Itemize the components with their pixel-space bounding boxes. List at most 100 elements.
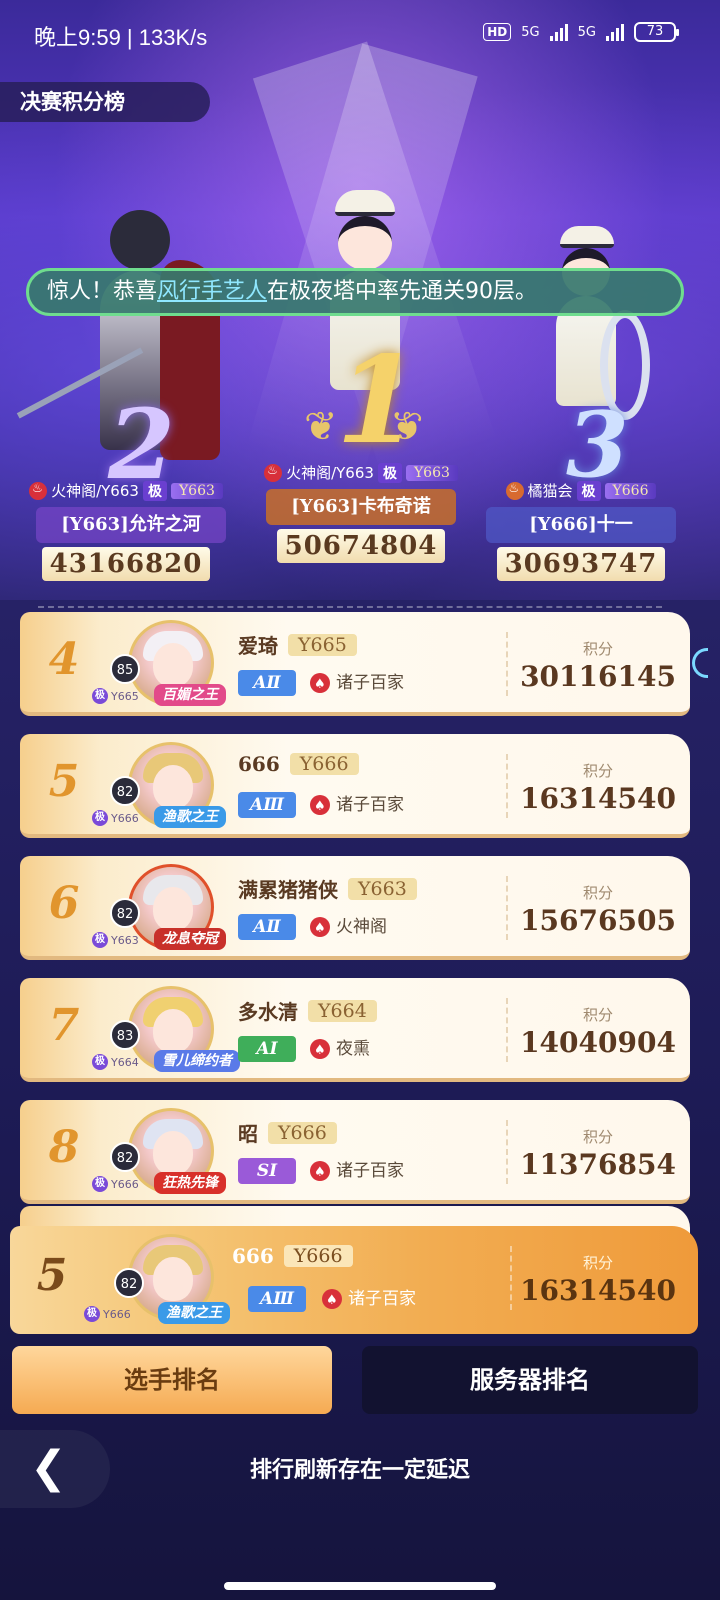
- guild-fire-icon: [29, 481, 48, 500]
- guild-fire-icon: [264, 463, 283, 482]
- table-row[interactable]: 7 83 极Y664 雪儿缔约者 多水清Y664 AⅠ 夜熏 积分 140409…: [20, 978, 690, 1082]
- score-value: 30116145: [520, 660, 676, 693]
- title-ribbon: 雪儿缔约者: [154, 1050, 240, 1072]
- guild: 诸子百家: [322, 1286, 416, 1314]
- title-ribbon: 龙息夺冠: [154, 928, 226, 950]
- score-label: 积分: [582, 762, 613, 780]
- tab-player-ranking[interactable]: 选手排名: [12, 1346, 332, 1414]
- table-row[interactable]: 4 85 极Y665 百媚之王 爱琦Y665 AⅡ 诸子百家 积分 301161…: [20, 612, 690, 716]
- announcement-marquee: 惊人！恭喜风行手艺人在极夜塔中率先通关90层。: [26, 268, 684, 316]
- marquee-prefix: 惊人！恭喜: [47, 279, 158, 304]
- score-value: 14040904: [520, 1026, 676, 1059]
- row-separator: [506, 1120, 508, 1184]
- home-indicator[interactable]: [224, 1582, 496, 1590]
- title-ribbon: 百媚之王: [154, 684, 226, 706]
- guild-icon: [322, 1288, 342, 1314]
- title-ribbon: 狂热先锋: [154, 1172, 226, 1194]
- row-rank: 6: [48, 878, 80, 929]
- guild: 诸子百家: [310, 792, 404, 820]
- score-label: 积分: [582, 1128, 613, 1146]
- player-name: 昭 Y666: [238, 1118, 337, 1147]
- table-row[interactable]: 6 82 极Y663 龙息夺冠 满累猪猪侠Y663 AⅡ 火神阁 积分 1567…: [20, 856, 690, 960]
- score-value: 16314540: [520, 782, 676, 815]
- row-rank: 5: [48, 756, 80, 807]
- server-tag: Y663: [405, 464, 458, 481]
- server-tag: Y663: [348, 877, 417, 900]
- row-rank: 7: [48, 1000, 80, 1051]
- level-badge: 82: [110, 776, 140, 806]
- row-separator: [506, 632, 508, 696]
- guild-icon: [310, 916, 330, 942]
- tier-badge: AⅠ: [238, 1036, 296, 1062]
- score-value: 16314540: [520, 1274, 676, 1307]
- score-label: 积分: [582, 884, 613, 902]
- score-value: 11376854: [520, 1148, 676, 1181]
- laurel-icon: ❦: [390, 404, 424, 450]
- guild: 夜熏: [310, 1036, 370, 1064]
- my-rank-row[interactable]: 5 82 极Y666 渔歌之王 666Y666 AⅢ 诸子百家 积分 16314…: [10, 1226, 698, 1334]
- status-icons: HD 5G 5G 73: [483, 22, 679, 42]
- ji-server-tag: 极 Y666: [84, 1306, 131, 1322]
- server-tag: Y666: [289, 753, 359, 775]
- ji-server-tag: 极 Y666: [92, 810, 139, 826]
- ji-server-tag: 极 Y664: [92, 1054, 139, 1070]
- guild: 诸子百家: [310, 1158, 404, 1186]
- level-badge: 85: [110, 654, 140, 684]
- page-title: 决赛积分榜: [0, 82, 210, 122]
- score-value: 15676505: [520, 904, 676, 937]
- player-name: 666 Y666: [232, 1244, 353, 1268]
- podium-rank-1[interactable]: 火神阁/Y663 极 Y663 [Y663]卡布奇诺 50674804: [246, 462, 476, 563]
- tier-badge: AⅡ: [238, 914, 296, 940]
- row-rank: 8: [48, 1122, 80, 1173]
- ji-tag: 极: [576, 480, 601, 501]
- podium-guild: 橘猫会: [527, 482, 573, 500]
- row-separator: [506, 876, 508, 940]
- podium-guild: 火神阁/Y663: [51, 482, 139, 500]
- podium-score: 50674804: [277, 529, 445, 563]
- battery-icon: 73: [634, 22, 679, 42]
- guild: 火神阁: [310, 914, 387, 942]
- row-separator: [510, 1246, 512, 1310]
- guild: 诸子百家: [310, 670, 404, 698]
- level-badge: 82: [110, 898, 140, 928]
- podium-rank-2[interactable]: 火神阁/Y663 极 Y663 [Y663]允许之河 43166820: [16, 480, 236, 581]
- marquee-player-link[interactable]: 风行手艺人: [157, 279, 267, 304]
- laurel-icon: ❦: [304, 404, 338, 450]
- tier-badge: AⅡ: [238, 670, 296, 696]
- server-tag: Y666: [283, 1245, 353, 1267]
- tier-badge: SⅠ: [238, 1158, 296, 1184]
- title-ribbon: 渔歌之王: [154, 806, 226, 828]
- row-separator: [506, 998, 508, 1062]
- podium-guild-line: 橘猫会 极 Y666: [486, 480, 676, 501]
- podium-rank-3[interactable]: 橘猫会 极 Y666 [Y666]十一 30693747: [486, 480, 676, 581]
- player-name: 爱琦 Y665: [238, 630, 357, 659]
- network-label: 5G: [577, 24, 596, 40]
- ji-tag: 极: [142, 480, 167, 501]
- podium-player-name: [Y666]十一: [486, 507, 676, 543]
- score-label: 积分: [582, 640, 613, 658]
- hd-icon: HD: [483, 23, 512, 41]
- tier-badge: AⅢ: [248, 1286, 306, 1312]
- tier-badge: AⅢ: [238, 792, 296, 818]
- podium-player-name: [Y663]卡布奇诺: [266, 489, 456, 525]
- level-badge: 82: [114, 1268, 144, 1298]
- row-rank: 5: [36, 1250, 68, 1301]
- player-name: 满累猪猪侠 Y663: [238, 874, 417, 903]
- player-name: 666 Y666: [238, 752, 359, 776]
- podium-guild-line: 火神阁/Y663 极 Y663: [246, 462, 476, 483]
- refresh-delay-note: 排行刷新存在一定延迟: [249, 1457, 470, 1483]
- server-tag: Y663: [170, 482, 223, 499]
- network-label: 5G: [521, 24, 540, 40]
- guild-hammer-icon: [505, 481, 524, 500]
- score-label: 积分: [582, 1254, 613, 1272]
- table-row[interactable]: 5 82 极Y666 渔歌之王 666Y666 AⅢ 诸子百家 积分 16314…: [20, 734, 690, 838]
- podium-guild-line: 火神阁/Y663 极 Y663: [16, 480, 236, 501]
- tab-server-ranking[interactable]: 服务器排名: [362, 1346, 698, 1414]
- score-label: 积分: [582, 1006, 613, 1024]
- table-row[interactable]: 8 82 极Y666 狂热先锋 昭Y666 SⅠ 诸子百家 积分 1137685…: [20, 1100, 690, 1204]
- podium-score: 43166820: [42, 547, 210, 581]
- guild-icon: [310, 672, 330, 698]
- marquee-suffix: 在极夜塔中率先通关90层。: [267, 279, 538, 304]
- ji-server-tag: 极 Y663: [92, 932, 139, 948]
- player-name: 多水清 Y664: [238, 996, 377, 1025]
